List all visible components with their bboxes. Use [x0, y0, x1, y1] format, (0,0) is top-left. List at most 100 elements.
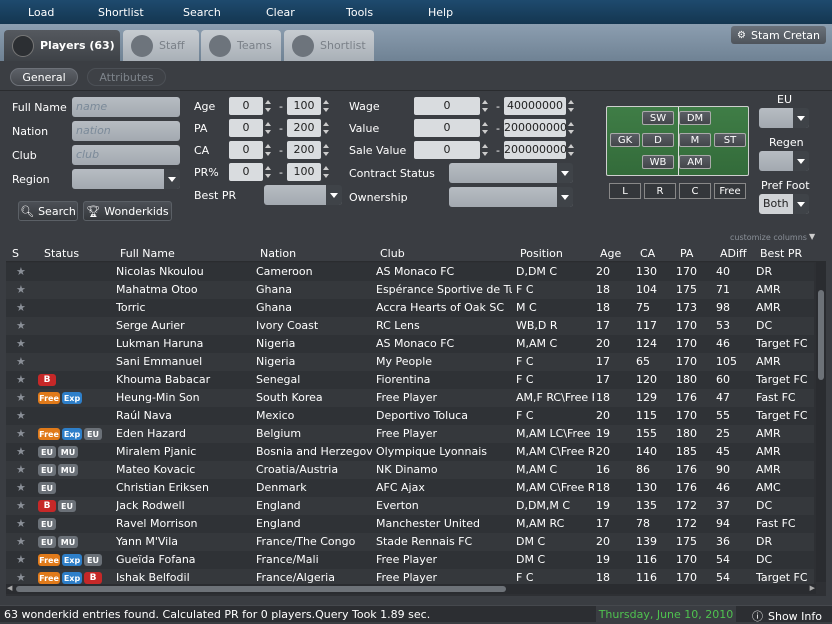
table-row[interactable]: ★ Free Exp EU Eden Hazard Belgium Free Player M…	[6, 425, 814, 443]
pa-max-spinner[interactable]	[322, 119, 330, 137]
star-icon[interactable]: ★	[16, 319, 26, 332]
wage-min-input[interactable]: 0	[414, 97, 480, 115]
pr-max-input[interactable]: 100	[287, 163, 321, 181]
sale-value-max-input[interactable]: 200000000	[504, 141, 567, 159]
table-row[interactable]: ★ B Khouma Babacar Senegal Fiorentina F C 17 12…	[6, 371, 814, 389]
star-icon[interactable]: ★	[16, 301, 26, 314]
tab-shortlist[interactable]: Shortlist	[284, 30, 374, 61]
col-s[interactable]: S	[12, 247, 19, 260]
age-min-input[interactable]: 0	[229, 97, 263, 115]
star-icon[interactable]: ★	[16, 553, 26, 566]
pos-d[interactable]: D	[642, 133, 674, 147]
star-icon[interactable]: ★	[16, 481, 26, 494]
chevron-down-icon[interactable]: ▼	[809, 232, 815, 241]
scroll-thumb[interactable]	[16, 586, 506, 592]
star-icon[interactable]: ★	[16, 337, 26, 350]
pos-m[interactable]: M	[679, 133, 711, 147]
table-row[interactable]: ★ Mahatma Otoo Ghana Espérance Sportive de …	[6, 281, 814, 299]
pos-wb[interactable]: WB	[642, 155, 674, 169]
best-pr-select[interactable]	[264, 185, 342, 205]
menu-load[interactable]: Load	[28, 6, 54, 19]
table-row[interactable]: ★ Torric Ghana Accra Hearts of Oak SC M C 18 7…	[6, 299, 814, 317]
search-button[interactable]: 🔍︎ Search	[18, 201, 78, 221]
table-row[interactable]: ★ EU MU Yann M'Vila France/The Congo Stade Re…	[6, 533, 814, 551]
table-row[interactable]: ★ EUMU Miralem Pjanic Bosnia and Herzegovin…	[6, 443, 814, 461]
region-select[interactable]	[72, 169, 180, 189]
table-row[interactable]: ★ Sani Emmanuel Nigeria My People F C 17 65 170…	[6, 353, 814, 371]
wage-max-input[interactable]: 40000000	[504, 97, 566, 115]
col-best-pr[interactable]: Best PR	[760, 247, 802, 260]
table-row[interactable]: ★ Raúl Nava Mexico Deportivo Toluca F C 20 115…	[6, 407, 814, 425]
pos-st[interactable]: ST	[714, 133, 746, 147]
wonderkids-button[interactable]: 🏆︎ Wonderkids	[83, 201, 172, 221]
value-min-spinner[interactable]	[481, 119, 489, 137]
table-row[interactable]: ★ B EU Jack Rodwell England Everton D,DM,M C 19…	[6, 497, 814, 515]
col-club[interactable]: Club	[380, 247, 405, 260]
star-icon[interactable]: ★	[16, 409, 26, 422]
tab-players[interactable]: Players (63)	[4, 30, 120, 61]
table-row[interactable]: ★ EU MU Mateo Kovacic Croatia/Austria NK Dina…	[6, 461, 814, 479]
scroll-left-icon[interactable]: ◀	[7, 584, 12, 592]
regen-select[interactable]	[759, 151, 809, 171]
menu-shortlist[interactable]: Shortlist	[98, 6, 144, 19]
star-icon[interactable]: ★	[16, 517, 26, 530]
scroll-right-icon[interactable]: ▶	[810, 584, 815, 592]
star-icon[interactable]: ★	[16, 499, 26, 512]
club-input[interactable]: club	[72, 145, 180, 165]
table-row[interactable]: ★ Free Exp Heung-Min Son South Korea Free Pla…	[6, 389, 814, 407]
wage-max-spinner[interactable]	[567, 97, 575, 115]
tab-staff[interactable]: Staff	[123, 30, 199, 61]
menu-tools[interactable]: Tools	[346, 6, 373, 19]
pos-gk[interactable]: GK	[610, 133, 640, 147]
col-pa[interactable]: PA	[680, 247, 693, 260]
pr-max-spinner[interactable]	[322, 163, 330, 181]
table-row[interactable]: ★ Free Exp EU Gueïda Fofana France/Mali Free P…	[6, 551, 814, 569]
customize-columns-link[interactable]: customize columns	[730, 233, 807, 242]
ownership-select[interactable]	[449, 187, 573, 207]
sale-value-min-spinner[interactable]	[481, 141, 489, 159]
star-icon[interactable]: ★	[16, 463, 26, 476]
pr-min-spinner[interactable]	[264, 163, 272, 181]
table-row[interactable]: ★ Serge Aurier Ivory Coast RC Lens WB,D R 17 1…	[6, 317, 814, 335]
col-age[interactable]: Age	[600, 247, 621, 260]
star-icon[interactable]: ★	[16, 535, 26, 548]
age-max-input[interactable]: 100	[287, 97, 321, 115]
nation-input[interactable]: nation	[72, 121, 180, 141]
col-adiff[interactable]: ADiff	[720, 247, 747, 260]
col-full-name[interactable]: Full Name	[120, 247, 175, 260]
ca-min-spinner[interactable]	[264, 141, 272, 159]
star-icon[interactable]: ★	[16, 355, 26, 368]
user-button[interactable]: ⚙ Stam Cretan	[731, 26, 826, 44]
wage-min-spinner[interactable]	[481, 97, 489, 115]
ca-max-spinner[interactable]	[322, 141, 330, 159]
ca-min-input[interactable]: 0	[229, 141, 263, 159]
sale-value-max-spinner[interactable]	[567, 141, 575, 159]
subtab-general[interactable]: General	[10, 68, 78, 86]
side-free[interactable]: Free	[714, 183, 746, 199]
star-icon[interactable]: ★	[16, 427, 26, 440]
pos-sw[interactable]: SW	[642, 111, 674, 125]
pa-min-spinner[interactable]	[264, 119, 272, 137]
side-right[interactable]: R	[644, 183, 676, 199]
vertical-scrollbar[interactable]	[816, 262, 826, 582]
col-status[interactable]: Status	[44, 247, 79, 260]
subtab-attributes[interactable]: Attributes	[87, 68, 166, 86]
table-row[interactable]: ★ Nicolas Nkoulou Cameroon AS Monaco FC D,DM…	[6, 263, 814, 281]
menu-clear[interactable]: Clear	[266, 6, 295, 19]
pa-min-input[interactable]: 0	[229, 119, 263, 137]
star-icon[interactable]: ★	[16, 283, 26, 296]
table-row[interactable]: ★ Lukman Haruna Nigeria AS Monaco FC M,AM C 2…	[6, 335, 814, 353]
col-nation[interactable]: Nation	[260, 247, 296, 260]
pr-min-input[interactable]: 0	[229, 163, 263, 181]
side-left[interactable]: L	[609, 183, 641, 199]
value-min-input[interactable]: 0	[414, 119, 480, 137]
side-center[interactable]: C	[679, 183, 711, 199]
full-name-input[interactable]: name	[72, 97, 180, 117]
horizontal-scrollbar[interactable]: ◀ ▶	[6, 584, 816, 594]
table-row[interactable]: ★ EU Ravel Morrison England Manchester Unite…	[6, 515, 814, 533]
scroll-thumb[interactable]	[818, 290, 824, 380]
sale-value-min-input[interactable]: 0	[414, 141, 480, 159]
star-icon[interactable]: ★	[16, 373, 26, 386]
value-max-input[interactable]: 200000000	[504, 119, 567, 137]
pref-foot-select[interactable]: Both	[759, 194, 809, 214]
